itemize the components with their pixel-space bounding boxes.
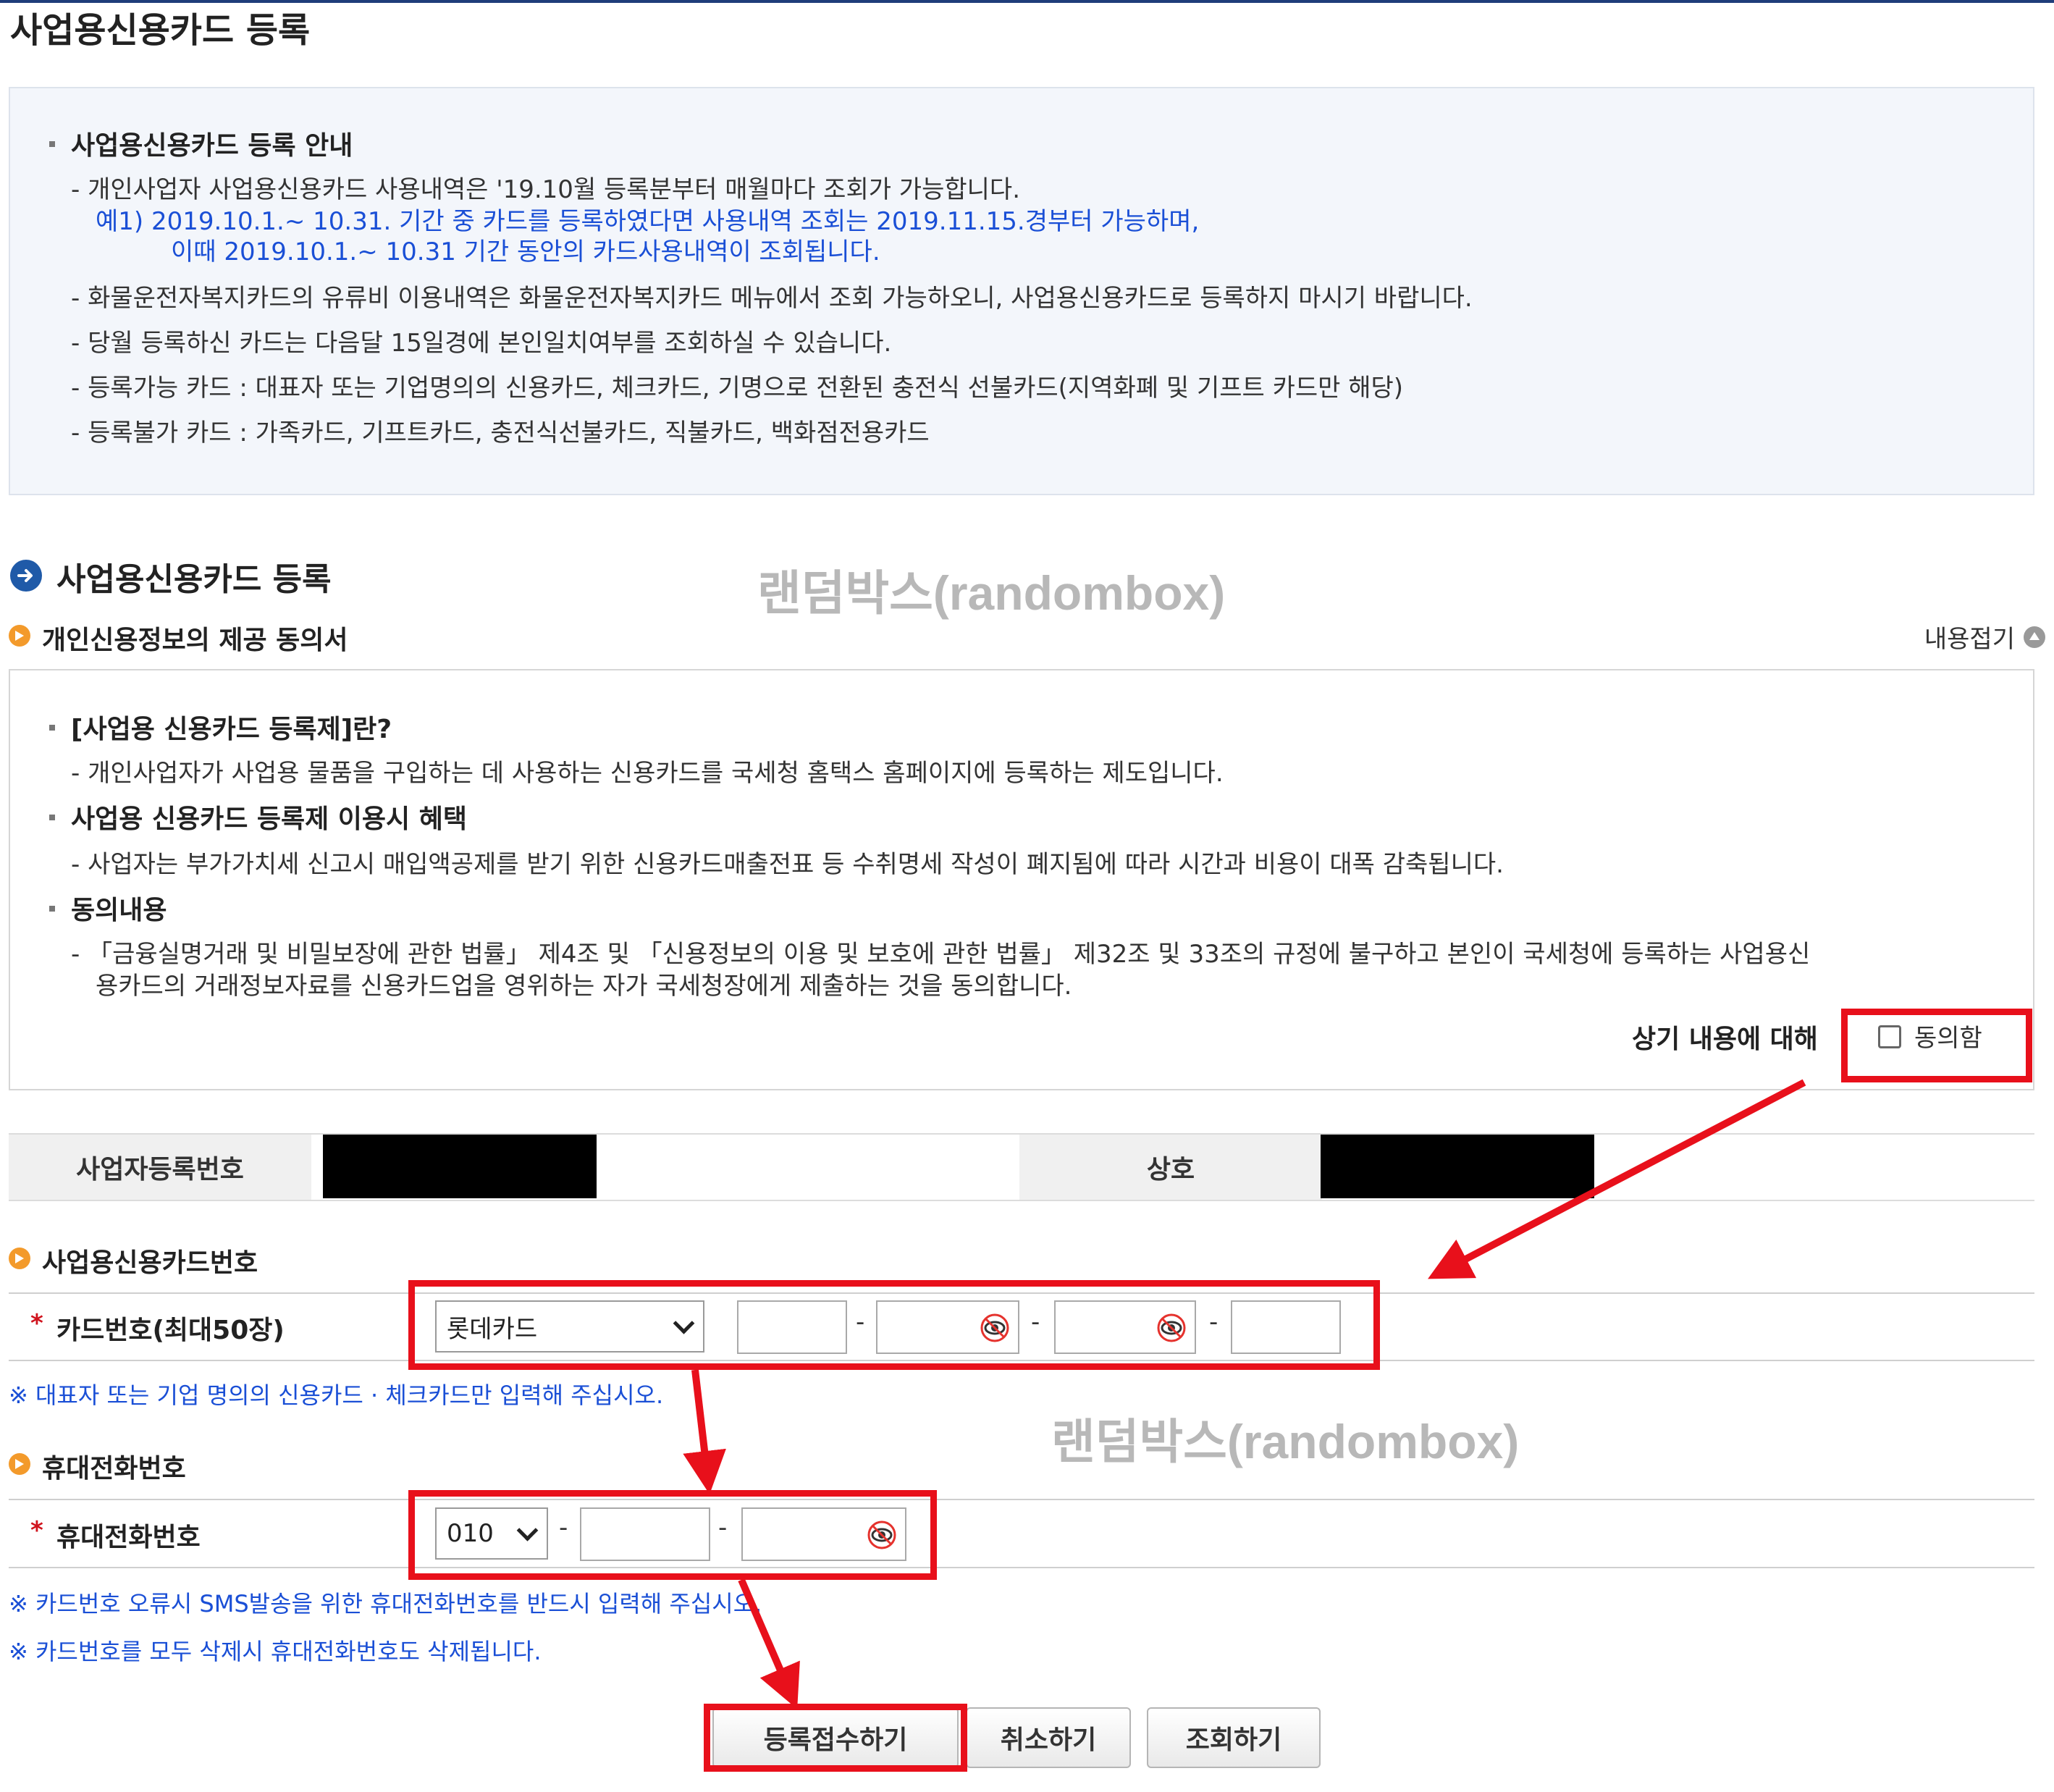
info-example-2: 이때 2019.10.1.~ 10.31 기간 동안의 카드사용내역이 조회됩니…	[171, 237, 880, 266]
consent-heading-2: 사업용 신용카드 등록제 이용시 혜택	[49, 798, 467, 836]
info-line-2: - 화물운전자복지카드의 유류비 이용내역은 화물운전자복지카드 메뉴에서 조회…	[71, 284, 1473, 313]
phone-row-border-bottom	[9, 1567, 2034, 1568]
info-box: 사업용신용카드 등록 안내 - 개인사업자 사업용신용카드 사용내역은 '19.…	[9, 87, 2034, 495]
page-title: 사업용신용카드 등록	[10, 10, 311, 51]
bullet-arrow-icon	[9, 1248, 30, 1269]
phone-note-2: ※ 카드번호를 모두 삭제시 휴대전화번호도 삭제됩니다.	[9, 1638, 542, 1665]
bullet-arrow-icon	[9, 1453, 30, 1475]
card-number-label: 카드번호(최대50장)	[56, 1316, 285, 1345]
business-name-header: 상호	[1019, 1135, 1322, 1200]
highlight-submit	[704, 1704, 967, 1772]
biz-row-border-bottom	[9, 1200, 2034, 1201]
info-line-3: - 당월 등록하신 카드는 다음달 15일경에 본인일치여부를 조회하실 수 있…	[71, 329, 892, 358]
info-line-4: - 등록가능 카드 : 대표자 또는 기업명의의 신용카드, 체크카드, 기명으…	[71, 374, 1404, 403]
reg-no-header: 사업자등록번호	[9, 1135, 311, 1200]
consent-text-1: - 개인사업자가 사업용 물품을 구입하는 데 사용하는 신용카드를 국세청 홈…	[71, 759, 1224, 788]
consent-text-2: - 사업자는 부가가치세 신고시 매입액공제를 받기 위한 신용카드매출전표 등…	[71, 850, 1504, 879]
consent-heading-3: 동의내용	[49, 889, 167, 927]
section-title: 사업용신용카드 등록	[56, 561, 332, 598]
highlight-agree	[1841, 1009, 2032, 1082]
consent-text-3b: 용카드의 거래정보자료를 신용카드업을 영위하는 자가 국세청장에게 제출하는 …	[96, 972, 1072, 1001]
consent-title: 개인신용정보의 제공 동의서	[42, 626, 348, 655]
business-name-value-redacted	[1321, 1135, 1594, 1198]
cancel-button[interactable]: 취소하기	[966, 1707, 1131, 1768]
phone-number-label: 휴대전화번호	[56, 1523, 201, 1552]
phone-row-border-top	[9, 1499, 2034, 1500]
required-mark: *	[30, 1516, 43, 1545]
arrow-right-icon	[10, 560, 42, 592]
phone-section-title: 휴대전화번호	[42, 1454, 186, 1484]
info-line-1: - 개인사업자 사업용신용카드 사용내역은 '19.10월 등록분부터 매월마다…	[71, 175, 1021, 204]
bullet-arrow-icon	[9, 625, 30, 647]
card-note: ※ 대표자 또는 기업 명의의 신용카드 · 체크카드만 입력해 주십시오.	[9, 1381, 664, 1409]
highlight-card-number	[408, 1280, 1380, 1370]
reg-no-value-redacted	[323, 1135, 597, 1198]
watermark: 랜덤박스(randombox)	[757, 566, 1226, 620]
highlight-phone	[408, 1490, 937, 1580]
required-mark: *	[30, 1309, 43, 1338]
arrow-card-to-phone	[683, 1369, 726, 1494]
consent-box: [사업용 신용카드 등록제]란? - 개인사업자가 사업용 물품을 구입하는 데…	[9, 669, 2034, 1090]
inquire-button[interactable]: 조회하기	[1147, 1707, 1321, 1768]
info-heading: 사업용신용카드 등록 안내	[49, 125, 353, 162]
info-line-5: - 등록불가 카드 : 가족카드, 기프트카드, 충전식선불카드, 직불카드, …	[71, 418, 930, 447]
card-section-title: 사업용신용카드번호	[42, 1248, 258, 1278]
agree-prefix: 상기 내용에 대해	[1632, 1025, 1818, 1054]
collapse-toggle[interactable]: 내용접기	[1924, 619, 2045, 655]
collapse-label: 내용접기	[1924, 625, 2015, 654]
phone-note-1: ※ 카드번호 오류시 SMS발송을 위한 휴대전화번호를 반드시 입력해 주십시…	[9, 1590, 762, 1618]
collapse-up-icon	[2024, 626, 2045, 648]
consent-heading-1: [사업용 신용카드 등록제]란?	[49, 708, 392, 746]
watermark: 랜덤박스(randombox)	[1051, 1415, 1520, 1468]
consent-text-3a: - 「금융실명거래 및 비밀보장에 관한 법률」 제4조 및 「신용정보의 이용…	[71, 940, 1811, 969]
